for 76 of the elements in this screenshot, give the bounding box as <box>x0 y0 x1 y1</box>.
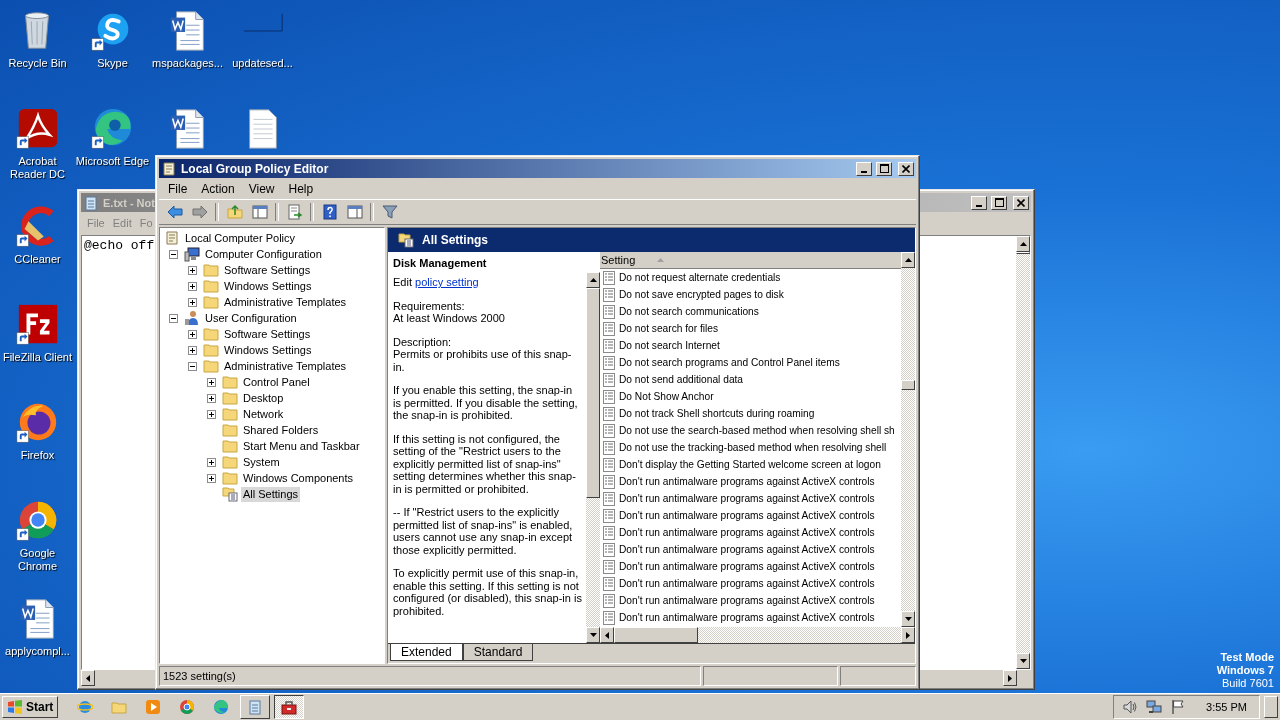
setting-title: Disk Management <box>392 256 488 271</box>
pane-title: All Settings <box>422 233 488 247</box>
tree-item[interactable]: Windows Settings <box>222 342 314 358</box>
menu-item[interactable]: View <box>241 181 282 196</box>
tree-item[interactable]: Windows Components <box>241 470 356 486</box>
tree-item[interactable]: Start Menu and Taskbar <box>241 438 362 454</box>
tree-item[interactable]: Software Settings <box>222 326 313 342</box>
setting-name[interactable]: Do not save encrypted pages to disk <box>619 289 784 300</box>
setting-name[interactable]: Do not search for files <box>619 323 719 334</box>
tree-item[interactable]: Administrative Templates <box>222 358 349 374</box>
desktop-icon-label[interactable]: CCleaner <box>14 253 61 266</box>
desktop-icon-label[interactable]: updatesed... <box>232 57 293 70</box>
setting-name[interactable]: Do not send additional data <box>619 374 744 385</box>
setting-name[interactable]: Do not request alternate credentials <box>619 272 781 283</box>
setting-name[interactable]: Don't run antimalware programs against ActiveX controls <box>619 476 875 487</box>
view-tab[interactable]: Extended <box>390 644 463 661</box>
desktop-icon-label[interactable]: Acrobat Reader DC <box>0 155 75 181</box>
setting-name[interactable]: Do not track Shell shortcuts during roaming <box>619 408 815 419</box>
setting-name[interactable]: Don't run antimalware programs against ActiveX controls <box>619 578 875 589</box>
setting-name[interactable]: Do Not Show Anchor <box>619 391 714 402</box>
setting-name[interactable]: Don't run antimalware programs against ActiveX controls <box>619 527 875 538</box>
tree-item[interactable]: Control Panel <box>241 374 312 390</box>
setting-name[interactable]: Don't run antimalware programs against ActiveX controls <box>619 493 875 504</box>
tree-item[interactable]: Local Computer Policy <box>183 230 298 246</box>
desktop-icon-label[interactable]: applycompl... <box>5 645 70 658</box>
description-text: If this setting is not configured, the setting of the "Restrict users to the explicitly permitted list of snap-ins" setting determines whether this snap-in is permitted or prohibited. <box>393 432 577 495</box>
window-title: E.txt - Not <box>103 196 155 209</box>
desktop-icon-label[interactable]: Skype <box>97 57 128 70</box>
tree-item[interactable]: Windows Settings <box>222 278 314 294</box>
setting-name[interactable]: Don't run antimalware programs against ActiveX controls <box>619 561 875 572</box>
mode-text: Test Mode <box>1220 651 1274 664</box>
menu-item[interactable]: Help <box>281 181 321 196</box>
setting-name[interactable]: Do not search communications <box>619 306 759 317</box>
description-text: To explicitly permit use of this snap-in, enable this setting. If this setting is not configured (or disabled), this snap-in is prohibited. <box>393 567 582 617</box>
desktop-icon-label[interactable]: FileZilla Client <box>2 351 73 364</box>
tree-item[interactable]: Computer Configuration <box>203 246 324 262</box>
setting-name[interactable]: Do not use the tracking-based method when resolving shell <box>619 442 887 453</box>
menu-item[interactable]: File <box>161 181 195 196</box>
setting-name[interactable]: Don't display the Getting Started welcome screen at logon <box>619 459 881 470</box>
column-header[interactable]: Setting <box>600 252 901 269</box>
desktop-icon-label[interactable]: Firefox <box>20 449 55 462</box>
menu-item[interactable]: Action <box>194 181 242 196</box>
setting-name[interactable]: Don't run antimalware programs against ActiveX controls <box>619 510 875 521</box>
policy-link[interactable]: policy setting <box>415 276 479 288</box>
desktop-icon-label[interactable]: Microsoft Edge <box>75 155 150 168</box>
view-tab[interactable]: Standard <box>462 644 534 661</box>
setting-name[interactable]: Don't run antimalware programs against ActiveX controls <box>619 544 875 555</box>
desktop-icon-label[interactable]: mspackages... <box>152 57 223 70</box>
tree-item[interactable]: Software Settings <box>222 262 313 278</box>
setting-name[interactable]: Do not use the search-based method when resolving shell sh <box>619 425 895 436</box>
setting-name[interactable]: Don't run antimalware programs against ActiveX controls <box>619 595 875 606</box>
description-text: -- If "Restrict users to the explicitly permitted list of snap-ins" is enabled, users cannot use any snap-in except those explicitly permitted. <box>393 506 574 556</box>
clock[interactable]: 3:55 PM <box>1206 701 1247 713</box>
setting-name[interactable]: Do not search programs and Control Panel items <box>619 357 840 368</box>
column-title: Setting <box>601 254 636 266</box>
desktop-icon-label[interactable]: Google Chrome <box>0 547 75 573</box>
edit-line: Edit policy setting <box>393 276 480 289</box>
description-text: Description: Permits or prohibits use of this snap-in. <box>393 335 573 373</box>
start-button[interactable]: Start <box>2 696 59 718</box>
desktop-icon-label[interactable]: Recycle Bin <box>8 57 67 70</box>
setting-name[interactable]: Do not search Internet <box>619 340 720 351</box>
tree-item[interactable]: Desktop <box>241 390 286 406</box>
edition-text: Windows 7 <box>1216 664 1274 677</box>
setting-name[interactable]: Don't run antimalware programs against ActiveX controls <box>619 612 875 623</box>
tree-item[interactable]: User Configuration <box>203 310 299 326</box>
tree-item[interactable]: All Settings <box>241 486 301 502</box>
tree-item[interactable]: Network <box>241 406 286 422</box>
text-content: @echo off <box>83 237 156 255</box>
requirements-text: Requirements: At least Windows 2000 <box>393 299 506 325</box>
window-title: Local Group Policy Editor <box>181 161 329 176</box>
build-text: Build 7601 <box>1222 677 1274 690</box>
tree-item[interactable]: System <box>241 454 282 470</box>
status-text: 1523 setting(s) <box>163 670 236 682</box>
tree-item[interactable]: Shared Folders <box>241 422 321 438</box>
description-text: If you enable this setting, the snap-in is permitted. If you disable the setting, the snap-in is prohibited. <box>393 384 579 422</box>
tree-item[interactable]: Administrative Templates <box>222 294 349 310</box>
